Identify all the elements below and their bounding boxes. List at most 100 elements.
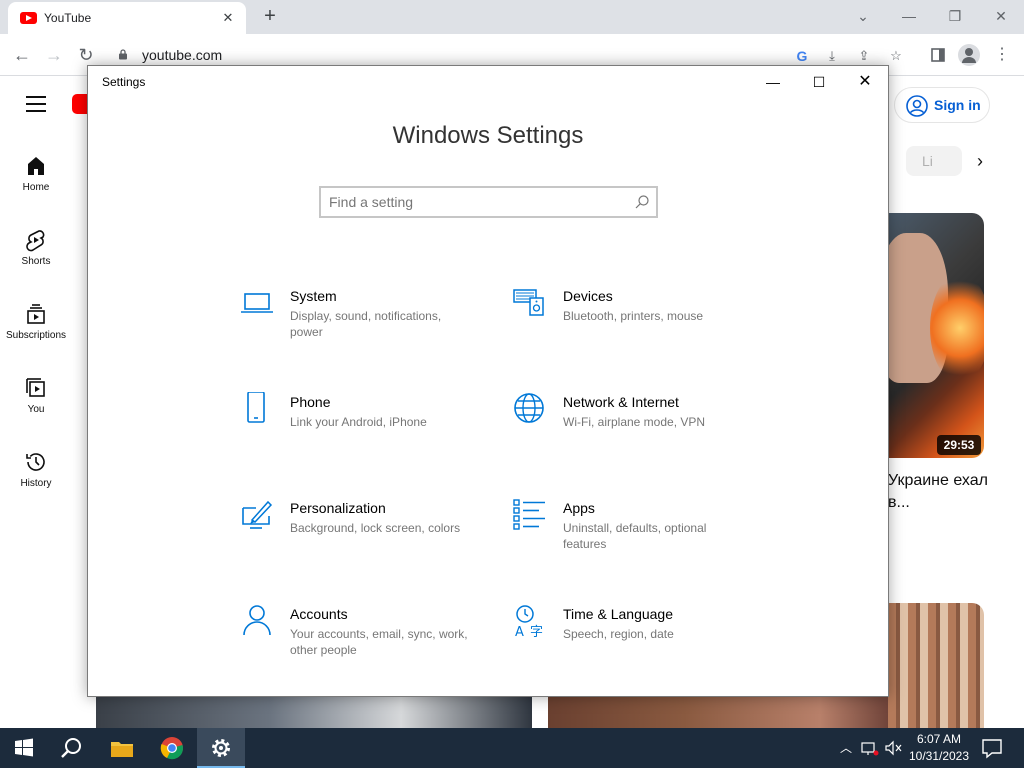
- browser-menu-icon[interactable]: ⋮: [990, 43, 1014, 67]
- shorts-icon: [26, 230, 45, 252]
- category-phone[interactable]: Phone Link your Android, iPhone: [240, 392, 480, 462]
- sign-in-button[interactable]: Sign in: [894, 87, 990, 123]
- install-app-icon[interactable]: ⤓: [822, 46, 842, 66]
- video-thumbnail[interactable]: [96, 697, 532, 728]
- settings-minimize-button[interactable]: —: [750, 66, 796, 98]
- chips-next-arrow-icon[interactable]: ›: [968, 146, 992, 176]
- category-personalization[interactable]: Personalization Background, lock screen,…: [240, 498, 480, 568]
- apps-icon: [513, 499, 545, 530]
- category-accounts[interactable]: Accounts Your accounts, email, sync, wor…: [240, 604, 480, 674]
- sidebar-item-subscriptions[interactable]: Subscriptions: [0, 302, 72, 362]
- search-input[interactable]: [329, 192, 629, 212]
- new-tab-button[interactable]: +: [258, 4, 282, 28]
- settings-window: Settings — ☐ ✕ Windows Settings System D…: [87, 65, 889, 697]
- side-panel-icon[interactable]: [926, 43, 950, 67]
- category-title: Devices: [563, 288, 613, 304]
- taskbar-chrome[interactable]: [148, 728, 196, 768]
- sidebar-item-label: Subscriptions: [5, 330, 67, 341]
- profile-avatar-icon[interactable]: [958, 44, 980, 66]
- search-icon[interactable]: [634, 194, 650, 210]
- devices-icon: [513, 289, 544, 316]
- filter-chip-live[interactable]: Li: [906, 146, 962, 176]
- sidebar-item-you[interactable]: You: [0, 376, 72, 436]
- accounts-icon: [243, 605, 271, 636]
- taskbar-settings[interactable]: [197, 728, 245, 768]
- taskbar-file-explorer[interactable]: [98, 728, 146, 768]
- network-status-icon[interactable]: [860, 738, 880, 758]
- sign-in-label: Sign in: [934, 97, 981, 113]
- action-center-icon[interactable]: [980, 736, 1004, 760]
- time-language-icon: A字: [515, 605, 543, 638]
- browser-close-button[interactable]: ✕: [978, 4, 1024, 28]
- clock-time: 6:07 AM: [916, 732, 962, 746]
- home-icon: [28, 157, 44, 175]
- google-lens-icon[interactable]: G: [792, 46, 812, 66]
- bookmark-star-icon[interactable]: ☆: [886, 46, 906, 66]
- category-description: Bluetooth, printers, mouse: [563, 309, 704, 323]
- history-icon: [26, 453, 45, 471]
- search-icon: [61, 738, 81, 758]
- category-title: Time & Language: [563, 606, 673, 622]
- account-circle-icon: [906, 95, 928, 117]
- subscriptions-icon: [27, 304, 45, 324]
- settings-gear-icon: [212, 739, 230, 757]
- category-time-language[interactable]: A字 Time & Language Speech, region, date: [513, 604, 753, 674]
- tray-overflow-chevron-icon[interactable]: ︿: [836, 738, 856, 758]
- page-title: Windows Settings: [392, 122, 584, 149]
- category-description: Background, lock screen, colors: [290, 521, 461, 535]
- category-title: Phone: [290, 394, 331, 410]
- phone-icon: [247, 392, 265, 423]
- video-duration-badge: 29:53: [937, 435, 981, 455]
- video-thumbnail[interactable]: [888, 603, 984, 728]
- hamburger-menu-icon[interactable]: [26, 96, 46, 112]
- category-description: Display, sound, notifications, power: [290, 309, 442, 339]
- sidebar-item-label: You: [27, 404, 45, 415]
- sidebar-item-history[interactable]: History: [0, 450, 72, 510]
- settings-search-box[interactable]: [319, 186, 658, 218]
- browser-minimize-button[interactable]: —: [886, 4, 932, 28]
- clock-date: 10/31/2023: [908, 749, 970, 763]
- category-description: Uninstall, defaults, optional features: [563, 521, 707, 551]
- svg-text:A: A: [515, 625, 524, 638]
- sidebar-item-label: History: [20, 478, 52, 489]
- category-description: Wi-Fi, airplane mode, VPN: [563, 415, 706, 429]
- sidebar-item-home[interactable]: Home: [0, 154, 72, 214]
- video-thumbnail[interactable]: [888, 213, 984, 458]
- thumbnail-fire: [930, 273, 984, 383]
- browser-restore-button[interactable]: ❐: [932, 4, 978, 28]
- tab-close-icon[interactable]: ✕: [218, 8, 238, 28]
- category-description: Link your Android, iPhone: [290, 415, 427, 429]
- browser-tab-youtube[interactable]: YouTube ✕: [8, 2, 246, 34]
- taskbar-search-button[interactable]: [48, 728, 96, 768]
- start-button[interactable]: [0, 728, 48, 768]
- category-system[interactable]: System Display, sound, notifications, po…: [240, 286, 480, 356]
- volume-muted-icon[interactable]: [884, 738, 904, 758]
- sidebar-item-shorts[interactable]: Shorts: [0, 228, 72, 288]
- start-icon: [15, 738, 33, 757]
- laptop-icon: [241, 293, 273, 313]
- category-network-internet[interactable]: Network & Internet Wi-Fi, airplane mode,…: [513, 392, 753, 462]
- windows-taskbar: ︿ 6:07 AM 10/31/2023: [0, 728, 1024, 768]
- category-title: Personalization: [290, 500, 386, 516]
- personalization-icon: [242, 500, 273, 529]
- back-arrow-icon[interactable]: ←: [8, 41, 36, 69]
- sidebar-item-label: Shorts: [21, 256, 51, 267]
- category-devices[interactable]: Devices Bluetooth, printers, mouse: [513, 286, 753, 356]
- share-icon[interactable]: ⇪: [854, 46, 874, 66]
- settings-close-button[interactable]: ✕: [842, 66, 888, 98]
- video-thumbnail[interactable]: [548, 697, 888, 728]
- browser-tab-bar: YouTube ✕ + ⌄ — ❐ ✕: [0, 0, 1024, 34]
- video-title[interactable]: Украине ехал в...: [888, 470, 998, 514]
- lock-icon: [119, 49, 127, 60]
- category-title: Accounts: [290, 606, 348, 622]
- chrome-icon: [160, 737, 183, 760]
- settings-maximize-button[interactable]: ☐: [796, 66, 842, 98]
- youtube-favicon-icon: [20, 12, 37, 24]
- category-title: Apps: [563, 500, 595, 516]
- forward-arrow-icon[interactable]: →: [40, 41, 68, 69]
- taskbar-clock[interactable]: 6:07 AM 10/31/2023: [906, 731, 972, 765]
- category-title: System: [290, 288, 337, 304]
- you-icon: [26, 378, 45, 397]
- category-apps[interactable]: Apps Uninstall, defaults, optional featu…: [513, 498, 753, 568]
- tab-search-chevron-icon[interactable]: ⌄: [840, 4, 886, 28]
